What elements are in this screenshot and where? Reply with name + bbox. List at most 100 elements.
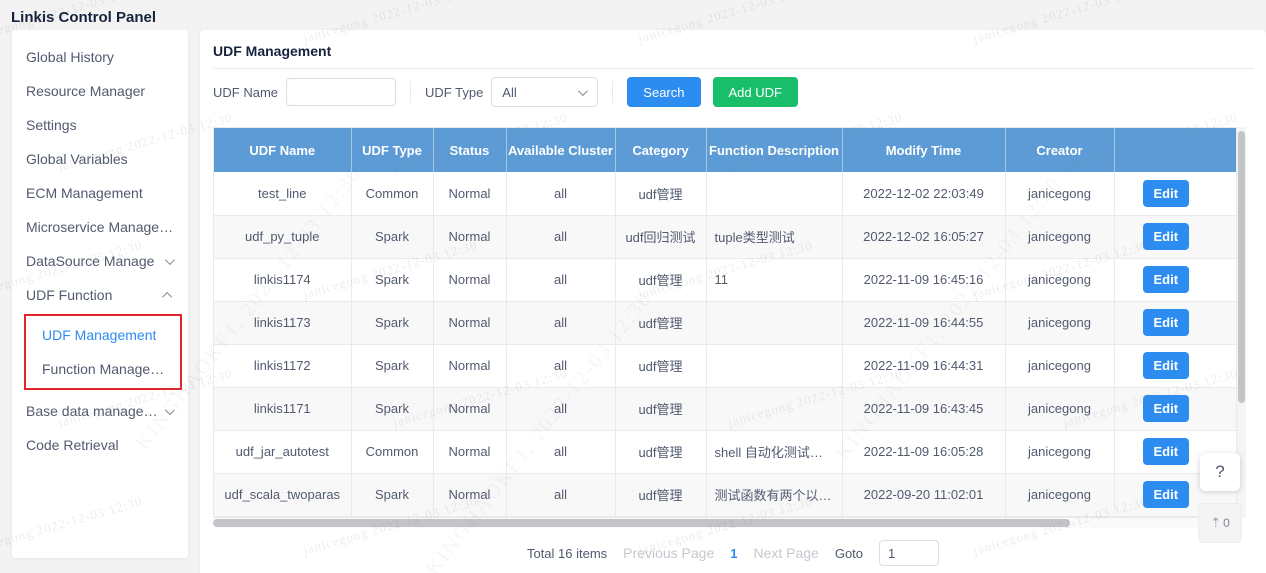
table-row: udf_scala_twoparasSparkNormalalludf管理测试函… <box>214 473 1237 516</box>
page-title: UDF Management <box>213 43 331 59</box>
vertical-scrollbar-thumb[interactable] <box>1238 131 1245 403</box>
edit-button[interactable]: Edit <box>1143 309 1190 336</box>
cell-udf-type: Spark <box>351 301 433 344</box>
goto-page-input[interactable] <box>879 540 939 566</box>
chevron-down-icon <box>578 86 588 96</box>
udf-type-label: UDF Type <box>425 85 483 100</box>
table-row: linkis1174SparkNormalalludf管理112022-11-0… <box>214 258 1237 301</box>
cell-udf-name: linkis1173 <box>214 301 351 344</box>
edit-button[interactable]: Edit <box>1143 223 1190 250</box>
horizontal-scrollbar[interactable] <box>213 518 1237 528</box>
cell-status: Normal <box>433 344 506 387</box>
edit-button[interactable]: Edit <box>1143 266 1190 293</box>
upload-arrow-icon: ⇡ <box>1210 515 1221 531</box>
edit-button[interactable]: Edit <box>1143 481 1190 508</box>
divider <box>612 81 613 103</box>
sidebar-item-global-variables[interactable]: Global Variables <box>12 142 188 176</box>
edit-button[interactable]: Edit <box>1143 352 1190 379</box>
version-list-button[interactable]: Version List <box>1196 352 1237 379</box>
version-list-button[interactable]: Version List <box>1196 180 1237 207</box>
cell-status: Normal <box>433 301 506 344</box>
version-list-button[interactable]: Version List <box>1196 266 1237 293</box>
udf-name-label: UDF Name <box>213 85 278 100</box>
cell-creator: janicegong <box>1005 473 1114 516</box>
question-mark-icon: ? <box>1215 462 1224 482</box>
cell-modify-time: 2022-12-02 16:05:27 <box>842 215 1005 258</box>
cell-available-cluster: all <box>506 473 615 516</box>
col-header-status: Status <box>433 128 506 172</box>
search-button[interactable]: Search <box>627 77 700 107</box>
table-row: udf_py_tupleSparkNormalalludf回归测试tuple类型… <box>214 215 1237 258</box>
cell-modify-time: 2022-11-09 16:44:31 <box>842 344 1005 387</box>
sidebar-item-function-management[interactable]: Function Management <box>26 352 180 386</box>
udf-name-input[interactable] <box>286 78 396 106</box>
sidebar: Global History Resource Manager Settings… <box>12 30 188 558</box>
cell-status: Normal <box>433 215 506 258</box>
version-list-button[interactable]: Version List <box>1196 309 1237 336</box>
cell-available-cluster: all <box>506 387 615 430</box>
cell-udf-type: Common <box>351 430 433 473</box>
horizontal-scrollbar-thumb[interactable] <box>213 519 1070 527</box>
sidebar-item-code-retrieval[interactable]: Code Retrieval <box>12 428 188 462</box>
sidebar-item-resource-manager[interactable]: Resource Manager <box>12 74 188 108</box>
previous-page-button[interactable]: Previous Page <box>623 545 714 561</box>
col-header-udf-name: UDF Name <box>214 128 351 172</box>
table-row: test_lineCommonNormalalludf管理2022-12-02 … <box>214 172 1237 215</box>
cell-creator: janicegong <box>1005 344 1114 387</box>
edit-button[interactable]: Edit <box>1143 180 1190 207</box>
cell-udf-type: Common <box>351 172 433 215</box>
cell-modify-time: 2022-11-09 16:05:28 <box>842 430 1005 473</box>
cell-status: Normal <box>433 258 506 301</box>
cell-status: Normal <box>433 473 506 516</box>
chevron-down-icon <box>165 255 175 265</box>
udf-type-select[interactable]: All <box>491 77 598 107</box>
sidebar-item-global-history[interactable]: Global History <box>12 40 188 74</box>
cell-creator: janicegong <box>1005 301 1114 344</box>
sidebar-item-ecm-management[interactable]: ECM Management <box>12 176 188 210</box>
cell-modify-time: 2022-11-09 16:45:16 <box>842 258 1005 301</box>
cell-category: udf回归测试 <box>615 215 706 258</box>
divider <box>410 81 411 103</box>
main-panel: UDF Management UDF Name UDF Type All Sea… <box>200 30 1266 573</box>
cell-udf-type: Spark <box>351 387 433 430</box>
sidebar-item-udf-function[interactable]: UDF Function <box>12 278 188 312</box>
edit-button[interactable]: Edit <box>1143 438 1190 465</box>
chevron-down-icon <box>165 405 175 415</box>
col-header-creator: Creator <box>1005 128 1114 172</box>
col-header-udf-type: UDF Type <box>351 128 433 172</box>
sidebar-item-microservice-management[interactable]: Microservice Management <box>12 210 188 244</box>
add-udf-button[interactable]: Add UDF <box>713 77 798 107</box>
edit-button[interactable]: Edit <box>1143 395 1190 422</box>
cell-modify-time: 2022-11-09 16:43:45 <box>842 387 1005 430</box>
next-page-button[interactable]: Next Page <box>753 545 818 561</box>
sidebar-item-settings[interactable]: Settings <box>12 108 188 142</box>
cell-actions: EditVersion List <box>1114 258 1237 301</box>
cell-udf-name: test_line <box>214 172 351 215</box>
cell-actions: EditVersion List <box>1114 387 1237 430</box>
current-page-number[interactable]: 1 <box>730 546 737 561</box>
cell-function-description: 11 <box>706 258 842 301</box>
cell-actions: EditVersion List <box>1114 344 1237 387</box>
app-title: Linkis Control Panel <box>11 9 156 26</box>
sidebar-item-base-data-management[interactable]: Base data management <box>12 394 188 428</box>
chevron-up-icon <box>162 291 172 301</box>
goto-label: Goto <box>835 546 863 561</box>
cell-creator: janicegong <box>1005 430 1114 473</box>
cell-udf-name: linkis1172 <box>214 344 351 387</box>
cell-function-description: 测试函数有两个以上入参... <box>706 473 842 516</box>
cell-modify-time: 2022-11-09 16:44:55 <box>842 301 1005 344</box>
cell-function-description <box>706 301 842 344</box>
help-button[interactable]: ? <box>1200 453 1240 491</box>
cell-status: Normal <box>433 430 506 473</box>
cell-udf-name: udf_jar_autotest <box>214 430 351 473</box>
version-list-button[interactable]: Version List <box>1196 395 1237 422</box>
sidebar-item-udf-management[interactable]: UDF Management <box>26 318 180 352</box>
table-header-row: UDF Name UDF Type Status Available Clust… <box>214 128 1237 172</box>
sidebar-item-datasource-manage[interactable]: DataSource Manage <box>12 244 188 278</box>
version-list-button[interactable]: Version List <box>1196 223 1237 250</box>
task-counter-button[interactable]: ⇡0 <box>1198 503 1242 543</box>
col-header-function-description: Function Description <box>706 128 842 172</box>
col-header-available-cluster: Available Cluster <box>506 128 615 172</box>
cell-category: udf管理 <box>615 344 706 387</box>
cell-function-description <box>706 344 842 387</box>
